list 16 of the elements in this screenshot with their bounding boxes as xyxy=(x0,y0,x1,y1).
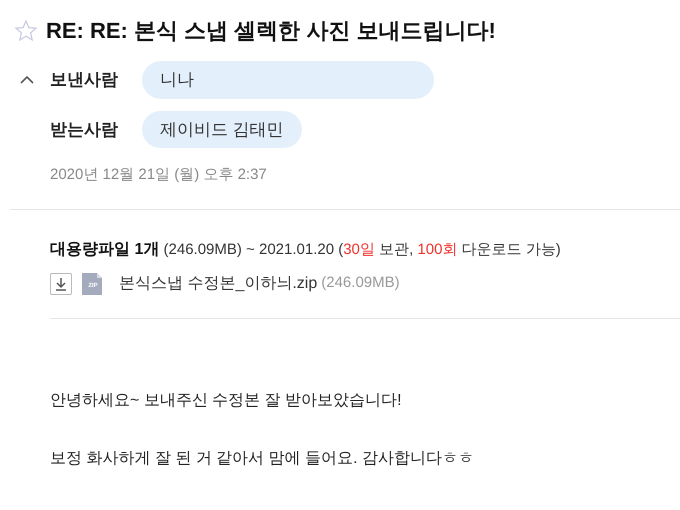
field-label: 받는사람 xyxy=(50,118,119,140)
file-link[interactable]: 본식스냅 수정본_이하늬.zip xyxy=(119,272,318,296)
star-icon[interactable] xyxy=(14,18,38,42)
field-label: 보낸사람 xyxy=(50,69,119,91)
body-text: 보정 화사하게 잘 된 거 같아서 맘에 들어요. 감사합니다ㅎㅎ xyxy=(50,448,476,468)
caret-icon[interactable] xyxy=(20,75,34,84)
contact-chip[interactable]: 제이비드 김태민 xyxy=(142,110,302,148)
attachment-summary: 대용량파일 1개 (246.09MB) ~ 2021.01.20 (30일 보관, 100회 다운로드 가능) xyxy=(50,240,562,260)
file-size: (246.09MB) xyxy=(321,273,400,294)
download-button[interactable] xyxy=(50,272,72,294)
download-icon xyxy=(54,276,68,290)
contact-chip[interactable]: 니나 xyxy=(142,61,434,98)
email-subject: RE: RE: 본식 스냅 셀렉한 사진 보내드립니다! xyxy=(46,17,496,45)
email-date: 2020년 12월 21일 (월) 오후 2:37 xyxy=(50,165,268,185)
body-text: 안녕하세요~ 보내주신 수정본 잘 받아보았습니다! xyxy=(50,390,403,410)
file-icon xyxy=(80,272,104,296)
